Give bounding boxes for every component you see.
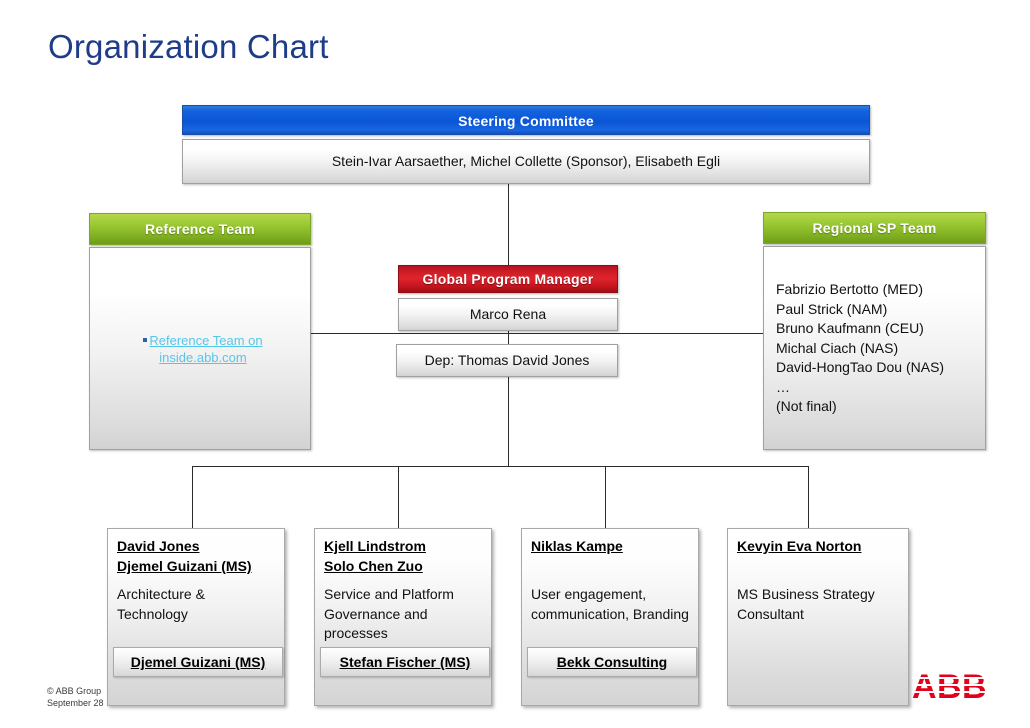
list-item: (Not final)	[776, 398, 837, 414]
connector-sc-to-gpm	[508, 184, 509, 266]
workstream-leads: Niklas Kampe	[531, 536, 690, 556]
workstream-description: Service and Platform Governance and proc…	[324, 586, 454, 641]
reference-team-link-row: Reference Team on inside.abb.com	[108, 332, 298, 366]
regional-sp-team-header: Regional SP Team	[763, 212, 986, 244]
footer-date: September 28	[47, 698, 104, 708]
lead-name: Niklas Kampe	[531, 538, 623, 554]
lead-name: Kjell Lindstrom	[324, 538, 426, 554]
list-item: David-HongTao Dou (NAS)	[776, 359, 945, 375]
global-program-manager-name: Marco Rena	[398, 298, 618, 331]
workstream-partner: Bekk Consulting	[527, 647, 697, 677]
deputy-manager-box: Dep: Thomas David Jones	[396, 344, 618, 377]
connector-workstream-bus	[192, 466, 809, 467]
regional-sp-team-panel: Fabrizio Bertotto (MED) Paul Strick (NAM…	[763, 246, 986, 450]
page-title: Organization Chart	[48, 28, 329, 65]
workstream-description: User engagement, communication, Branding	[531, 586, 689, 622]
connector-side-teams-bus	[311, 333, 763, 334]
list-item: Michal Ciach (NAS)	[776, 339, 899, 356]
steering-committee-header: Steering Committee	[182, 105, 870, 135]
connector-drop-2	[398, 466, 399, 528]
bullet-icon	[143, 337, 148, 342]
list-item: Fabrizio Bertotto (MED)	[776, 281, 924, 297]
abb-logo-letter-b1: B	[937, 668, 962, 706]
reference-team-panel: Reference Team on inside.abb.com	[89, 247, 311, 450]
workstream-description: Architecture & Technology	[117, 586, 205, 622]
connector-drop-1	[192, 466, 193, 528]
lead-name: Kevyin Eva Norton	[737, 538, 862, 554]
connector-drop-4	[808, 466, 809, 528]
lead-name: David Jones	[117, 538, 200, 554]
workstream-card: Kjell Lindstrom Solo Chen Zuo Service an…	[314, 528, 492, 706]
reference-team-header: Reference Team	[89, 213, 311, 245]
abb-logo: A B B	[912, 668, 1008, 706]
lead-name: Djemel Guizani (MS)	[117, 558, 252, 574]
list-item: Bruno Kaufmann (CEU)	[776, 320, 924, 336]
workstream-leads: Kjell Lindstrom Solo Chen Zuo	[324, 536, 483, 576]
workstream-card: Niklas Kampe User engagement, communicat…	[521, 528, 699, 706]
global-program-manager-header: Global Program Manager	[398, 265, 618, 293]
slide-canvas: Organization Chart Steering Committee St…	[0, 0, 1030, 728]
workstream-card: David Jones Djemel Guizani (MS) Architec…	[107, 528, 285, 706]
workstream-description: MS Business Strategy Consultant	[737, 586, 875, 622]
connector-deputy-to-bus	[508, 377, 509, 466]
abb-logo-letter-b2: B	[962, 668, 987, 706]
reference-team-link[interactable]: Reference Team on inside.abb.com	[149, 333, 262, 365]
connector-gpm-to-deputy	[508, 331, 509, 345]
lead-name: Solo Chen Zuo	[324, 558, 423, 574]
list-item: …	[776, 378, 790, 395]
footer: © ABB Group September 28	[47, 685, 104, 709]
footer-copyright: © ABB Group	[47, 686, 102, 696]
abb-logo-letter-a: A	[912, 668, 937, 706]
workstream-leads: David Jones Djemel Guizani (MS)	[117, 536, 276, 576]
steering-committee-members: Stein-Ivar Aarsaether, Michel Collette (…	[182, 139, 870, 184]
connector-drop-3	[605, 466, 606, 528]
list-item: Paul Strick (NAM)	[776, 300, 888, 317]
workstream-card: Kevyin Eva Norton MS Business Strategy C…	[727, 528, 909, 706]
workstream-partner: Stefan Fischer (MS)	[320, 647, 490, 677]
regional-sp-team-member-list: Fabrizio Bertotto (MED) Paul Strick (NAM…	[776, 280, 979, 417]
workstream-partner: Djemel Guizani (MS)	[113, 647, 283, 677]
workstream-leads: Kevyin Eva Norton	[737, 536, 900, 556]
